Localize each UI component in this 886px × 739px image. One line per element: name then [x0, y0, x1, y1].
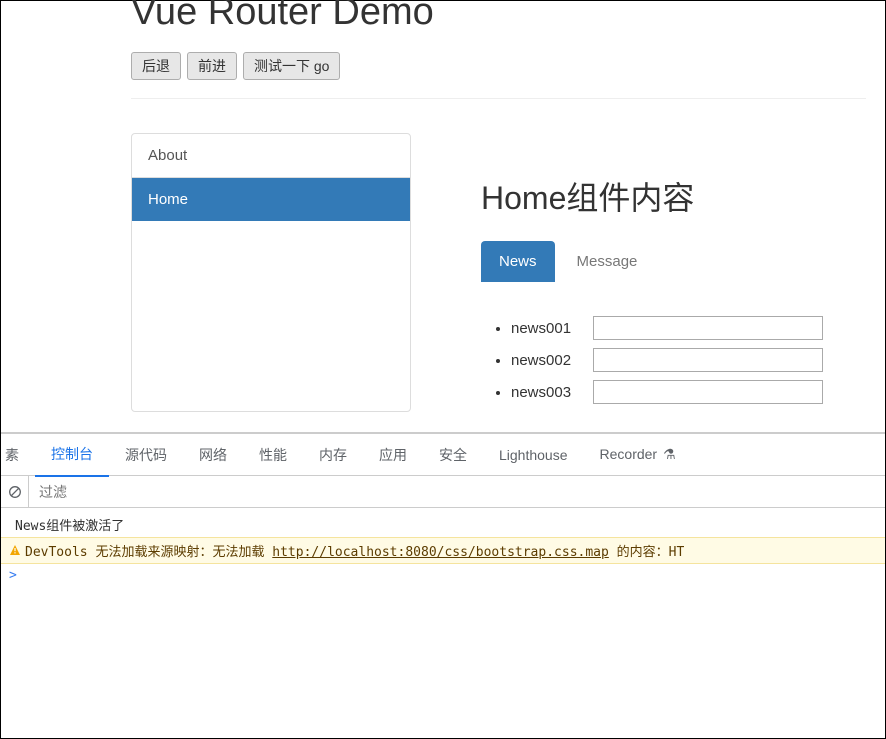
devtools-tab-network[interactable]: 网络	[183, 434, 243, 476]
warning-text-1: 无法加载来源映射：无法加载	[88, 545, 273, 560]
no-logging-icon[interactable]	[1, 476, 29, 507]
news-list: news001 news002 news003	[511, 316, 823, 404]
warning-icon	[9, 544, 21, 556]
devtools-tab-application[interactable]: 应用	[363, 434, 423, 476]
news-input-3[interactable]	[593, 380, 823, 404]
list-item: news003	[511, 380, 823, 404]
devtools-tab-console[interactable]: 控制台	[35, 433, 109, 477]
devtools-tab-elements[interactable]: 素	[1, 434, 35, 476]
test-go-button[interactable]: 测试一下 go	[243, 52, 340, 80]
devtools-tab-sources[interactable]: 源代码	[109, 434, 183, 476]
devtools-tab-lighthouse[interactable]: Lighthouse	[483, 436, 584, 474]
devtools-tabs: 素 控制台 源代码 网络 性能 内存 应用 安全 Lighthouse Reco…	[1, 434, 885, 476]
console-output: News组件被激活了 DevTools 无法加载来源映射：无法加载 http:/…	[1, 508, 885, 583]
news-label: news003	[511, 384, 593, 401]
forward-button[interactable]: 前进	[187, 52, 237, 80]
main-content: Home组件内容 News Message news001 news002	[481, 133, 823, 412]
console-log-line: News组件被激活了	[15, 512, 885, 537]
devtools-tab-performance[interactable]: 性能	[243, 434, 303, 476]
history-button-row: 后退 前进 测试一下 go	[131, 52, 885, 80]
warning-url[interactable]: http://localhost:8080/css/bootstrap.css.…	[272, 545, 609, 560]
news-input-1[interactable]	[593, 316, 823, 340]
devtools-tab-memory[interactable]: 内存	[303, 434, 363, 476]
console-warning-line: DevTools 无法加载来源映射：无法加载 http://localhost:…	[1, 537, 885, 564]
page-title: Vue Router Demo	[131, 0, 885, 34]
list-item: news001	[511, 316, 823, 340]
back-button[interactable]: 后退	[131, 52, 181, 80]
console-prompt[interactable]: >	[5, 564, 885, 583]
list-item: news002	[511, 348, 823, 372]
devtools-filter-row	[1, 476, 885, 508]
news-label: news002	[511, 352, 593, 369]
sub-tabs: News Message	[481, 241, 823, 282]
filter-input[interactable]	[29, 478, 885, 506]
divider	[131, 98, 866, 99]
sidebar-nav: About Home	[131, 133, 411, 412]
sidebar-item-about[interactable]: About	[132, 134, 410, 178]
devtools-tab-recorder[interactable]: Recorder⚗	[584, 435, 692, 474]
devtools-panel: 素 控制台 源代码 网络 性能 内存 应用 安全 Lighthouse Reco…	[1, 432, 885, 738]
devtools-tab-security[interactable]: 安全	[423, 434, 483, 476]
warning-text-2: 的内容：HT	[609, 545, 684, 560]
flask-icon: ⚗	[663, 446, 676, 462]
sidebar-item-home[interactable]: Home	[132, 178, 410, 221]
warning-prefix: DevTools	[25, 545, 88, 560]
news-label: news001	[511, 320, 593, 337]
tab-news[interactable]: News	[481, 241, 555, 282]
tab-message[interactable]: Message	[559, 241, 656, 282]
main-title: Home组件内容	[481, 173, 823, 219]
news-input-2[interactable]	[593, 348, 823, 372]
